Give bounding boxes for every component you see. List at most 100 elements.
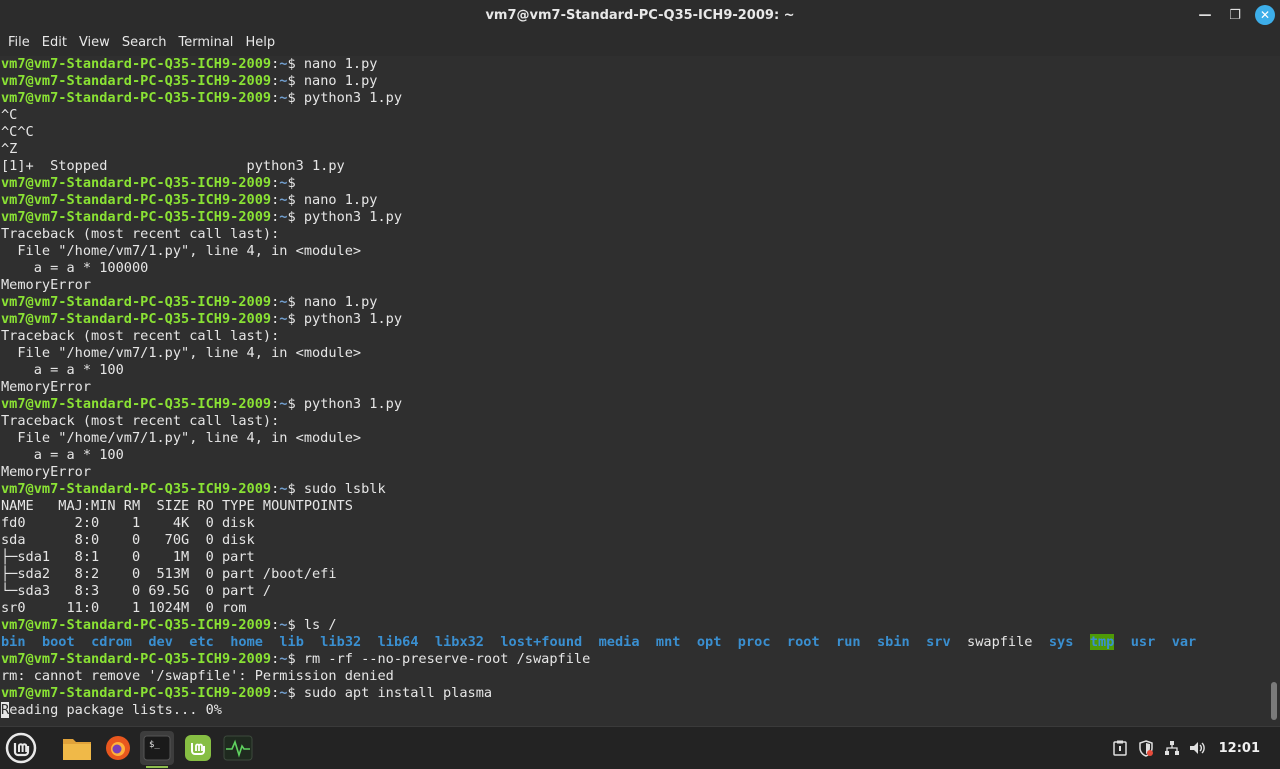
terminal-line: Traceback (most recent call last): [1, 413, 1268, 430]
svg-text:$_: $_ [149, 740, 160, 750]
terminal-line: a = a * 100 [1, 362, 1268, 379]
ls-gap [1155, 634, 1171, 650]
ls-gap [640, 634, 656, 650]
prompt-symbol: $ [287, 481, 304, 497]
command-text: nano 1.py [303, 192, 378, 208]
output-text: File "/home/vm7/1.py", line 4, in <modul… [1, 430, 362, 446]
terminal-output[interactable]: vm7@vm7-Standard-PC-Q35-ICH9-2009:~$ nan… [0, 56, 1268, 724]
maximize-icon: ❐ [1229, 7, 1241, 23]
prompt-symbol: $ [287, 209, 304, 225]
taskbar-files[interactable] [60, 731, 94, 765]
menu-terminal[interactable]: Terminal [172, 30, 239, 56]
prompt-user: vm7@vm7-Standard-PC-Q35-ICH9-2009 [1, 294, 272, 310]
terminal-line: vm7@vm7-Standard-PC-Q35-ICH9-2009:~$ pyt… [1, 396, 1268, 413]
taskbar-system-monitor[interactable] [221, 731, 255, 765]
ls-gap [173, 634, 189, 650]
terminal-line: vm7@vm7-Standard-PC-Q35-ICH9-2009:~$ nan… [1, 294, 1268, 311]
prompt-symbol: $ [287, 396, 304, 412]
prompt-symbol: $ [287, 56, 304, 72]
window-titlebar[interactable]: vm7@vm7-Standard-PC-Q35-ICH9-2009: ~ — ❐… [0, 0, 1280, 30]
terminal-line: sr0 11:0 1 1024M 0 rom [1, 600, 1268, 617]
clipboard-button[interactable] [1107, 727, 1133, 769]
minimize-icon: — [1198, 7, 1212, 23]
taskbar-firefox[interactable] [101, 731, 135, 765]
taskbar-terminal[interactable]: $_ [140, 731, 174, 768]
ls-entry: libx32 [434, 634, 484, 650]
ls-gap [771, 634, 787, 650]
ls-entry: home [230, 634, 263, 650]
terminal-line: vm7@vm7-Standard-PC-Q35-ICH9-2009:~$ nan… [1, 56, 1268, 73]
output-text: MemoryError [1, 379, 92, 395]
prompt-user: vm7@vm7-Standard-PC-Q35-ICH9-2009 [1, 396, 272, 412]
terminal-line: rm: cannot remove '/swapfile': Permissio… [1, 668, 1268, 685]
volume-button[interactable] [1185, 727, 1211, 769]
ls-entry: bin [1, 634, 26, 650]
output-text: NAME MAJ:MIN RM SIZE RO TYPE MOUNTPOINTS [1, 498, 353, 514]
scrollbar-thumb[interactable] [1271, 682, 1277, 720]
prompt-user: vm7@vm7-Standard-PC-Q35-ICH9-2009 [1, 617, 272, 633]
close-icon: ✕ [1255, 5, 1275, 25]
ls-entry: lib32 [320, 634, 362, 650]
ls-gap [721, 634, 737, 650]
output-text: └─sda3 8:3 0 69.5G 0 part / [1, 583, 272, 599]
terminal-line: vm7@vm7-Standard-PC-Q35-ICH9-2009:~$ [1, 175, 1268, 192]
prompt-user: vm7@vm7-Standard-PC-Q35-ICH9-2009 [1, 192, 272, 208]
ls-gap [484, 634, 500, 650]
menu-edit[interactable]: Edit [36, 30, 73, 56]
terminal-scrollbar[interactable] [1268, 56, 1280, 724]
taskbar-mintinstall[interactable] [181, 731, 215, 765]
terminal-line: ^C^C [1, 124, 1268, 141]
output-text: File "/home/vm7/1.py", line 4, in <modul… [1, 243, 362, 259]
ls-entry: media [598, 634, 640, 650]
ls-entry: swapfile [967, 634, 1033, 650]
command-text: nano 1.py [303, 294, 378, 310]
terminal-line: vm7@vm7-Standard-PC-Q35-ICH9-2009:~$ pyt… [1, 209, 1268, 226]
terminal-line: File "/home/vm7/1.py", line 4, in <modul… [1, 430, 1268, 447]
output-text: MemoryError [1, 277, 92, 293]
clock[interactable]: 12:01 [1211, 741, 1280, 756]
terminal-line: vm7@vm7-Standard-PC-Q35-ICH9-2009:~$ pyt… [1, 90, 1268, 107]
ls-gap [910, 634, 926, 650]
menu-file[interactable]: File [2, 30, 36, 56]
clipboard-icon [1112, 740, 1127, 756]
terminal-line: ^Z [1, 141, 1268, 158]
prompt-user: vm7@vm7-Standard-PC-Q35-ICH9-2009 [1, 311, 272, 327]
terminal-line: MemoryError [1, 379, 1268, 396]
ls-entry: opt [696, 634, 722, 650]
terminal-icon: $_ [143, 735, 171, 761]
output-text: a = a * 100 [1, 362, 124, 378]
terminal-line: File "/home/vm7/1.py", line 4, in <modul… [1, 243, 1268, 260]
terminal-line: bin boot cdrom dev etc home lib lib32 li… [1, 634, 1268, 651]
ls-gap [419, 634, 435, 650]
network-button[interactable] [1159, 727, 1185, 769]
terminal-line: ├─sda1 8:1 0 1M 0 part [1, 549, 1268, 566]
minimize-button[interactable]: — [1190, 0, 1220, 30]
ls-entry: sys [1048, 634, 1074, 650]
ls-entry: dev [148, 634, 173, 650]
close-button[interactable]: ✕ [1250, 0, 1280, 30]
terminal-cursor: R [1, 702, 10, 718]
mint-menu-button[interactable] [4, 731, 38, 765]
terminal-line: vm7@vm7-Standard-PC-Q35-ICH9-2009:~$ sud… [1, 685, 1268, 702]
system-tray: 12:01 [1107, 727, 1280, 769]
terminal-line: ^C [1, 107, 1268, 124]
ls-entry: lost+found [500, 634, 583, 650]
update-shield-button[interactable] [1133, 727, 1159, 769]
command-text: rm -rf --no-preserve-root /swapfile [303, 651, 591, 667]
ls-entry: srv [926, 634, 951, 650]
output-text: sda 8:0 0 70G 0 disk [1, 532, 255, 548]
prompt-symbol: $ [287, 311, 304, 327]
menu-search[interactable]: Search [116, 30, 173, 56]
menu-help[interactable]: Help [239, 30, 281, 56]
terminal-line: a = a * 100000 [1, 260, 1268, 277]
maximize-button[interactable]: ❐ [1220, 0, 1250, 30]
files-icon [63, 739, 91, 760]
output-text: Traceback (most recent call last): [1, 328, 280, 344]
window-title: vm7@vm7-Standard-PC-Q35-ICH9-2009: ~ [485, 7, 795, 23]
mintinstall-icon [185, 735, 211, 761]
menu-view[interactable]: View [73, 30, 116, 56]
output-text: MemoryError [1, 464, 92, 480]
command-text: python3 1.py [303, 396, 403, 412]
terminal-line: Traceback (most recent call last): [1, 226, 1268, 243]
terminal-line: ├─sda2 8:2 0 513M 0 part /boot/efi [1, 566, 1268, 583]
